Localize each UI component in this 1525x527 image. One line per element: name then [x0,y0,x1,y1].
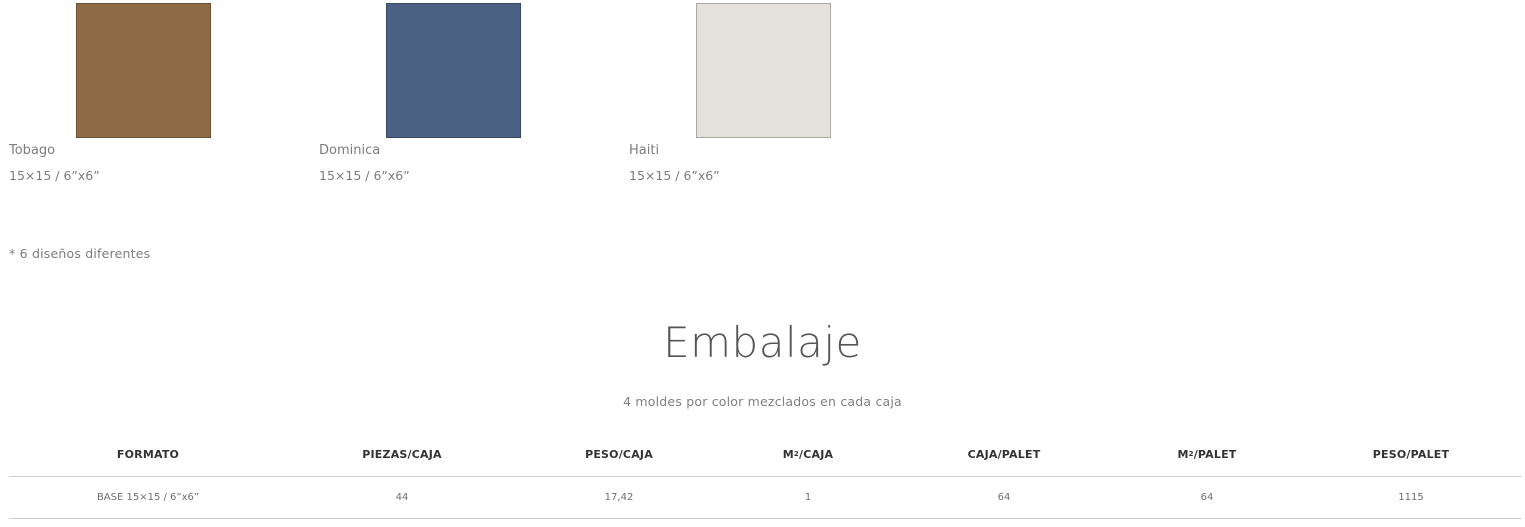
table-header-row: FORMATO PIEZAS/CAJA PESO/CAJA M 2/CAJA CA… [9,432,1521,477]
cell-caja-palet: 64 [997,492,1011,503]
tile-swatch-haiti[interactable] [696,3,831,138]
header-m2-palet: M 2/PALET [1177,447,1237,461]
header-caja-palet: CAJA/PALET [967,447,1041,461]
cell-peso-palet: 1115 [1398,492,1424,503]
tile-size: 15×15 / 6”x6” [9,168,100,183]
section-subtitle: 4 moldes por color mezclados en cada caj… [623,394,902,409]
tile-swatch-dominica[interactable] [386,3,521,138]
header-m2-caja: M 2/CAJA [782,447,834,461]
tile-size: 15×15 / 6”x6” [629,168,720,183]
designs-note: * 6 diseños diferentes [9,246,151,261]
color-tiles: Tobago 15×15 / 6”x6” Dominica 15×15 / 6”… [0,0,1525,200]
tile-size: 15×15 / 6”x6” [319,168,410,183]
header-m2-caja-suffix: /CAJA [799,447,834,461]
tile-name: Tobago [9,143,56,158]
packaging-table: FORMATO PIEZAS/CAJA PESO/CAJA M 2/CAJA CA… [9,432,1521,519]
header-piezas-caja: PIEZAS/CAJA [362,447,442,461]
header-m2-caja-prefix: M [782,447,794,461]
header-formato: FORMATO [116,447,180,461]
header-peso-palet: PESO/PALET [1372,447,1450,461]
tile-swatch-tobago[interactable] [76,3,211,138]
header-peso-caja: PESO/CAJA [585,447,653,461]
cell-m2-caja: 1 [804,492,812,503]
tile-name: Dominica [319,143,381,158]
cell-peso-caja: 17,42 [604,492,634,503]
tile-name: Haiti [629,143,660,158]
cell-piezas-caja: 44 [395,492,409,503]
header-m2-palet-suffix: /PALET [1193,447,1237,461]
cell-formato: BASE 15×15 / 6”x6” [96,492,200,503]
table-row: BASE 15×15 / 6”x6” 44 17,42 1 64 64 1115 [9,477,1521,519]
section-title: Embalaje [663,318,862,367]
header-m2-palet-prefix: M [1177,447,1189,461]
cell-m2-palet: 64 [1200,492,1214,503]
